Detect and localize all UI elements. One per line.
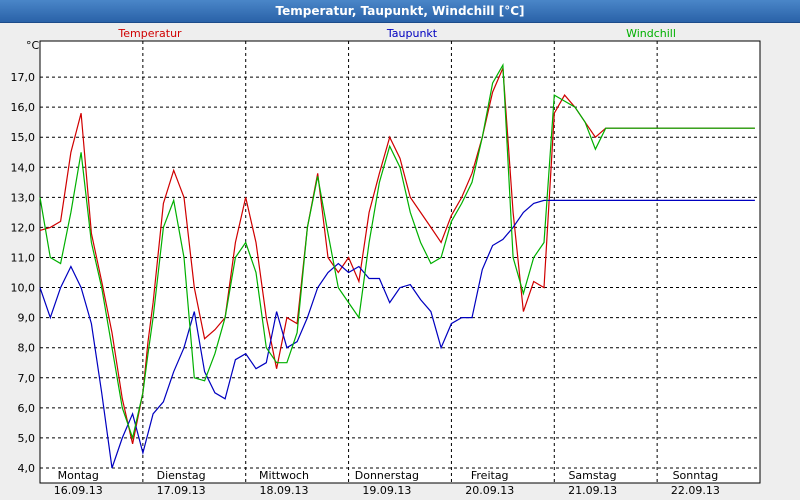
legend-temperatur: Temperatur xyxy=(117,27,182,40)
y-tick-label: 16,0 xyxy=(11,101,36,114)
y-tick-label: 15,0 xyxy=(11,131,36,144)
x-tick-day: Montag xyxy=(58,469,99,482)
x-tick-date: 17.09.13 xyxy=(157,484,206,497)
y-tick-label: 12,0 xyxy=(11,221,36,234)
y-tick-label: 8,0 xyxy=(18,342,36,355)
x-tick-date: 21.09.13 xyxy=(568,484,617,497)
x-tick-date: 16.09.13 xyxy=(54,484,103,497)
x-tick-date: 19.09.13 xyxy=(362,484,411,497)
x-tick-date: 18.09.13 xyxy=(260,484,309,497)
y-tick-label: 6,0 xyxy=(18,402,36,415)
y-tick-label: 17,0 xyxy=(11,71,36,84)
x-tick-day: Mittwoch xyxy=(259,469,309,482)
y-tick-label: 14,0 xyxy=(11,161,36,174)
y-tick-label: 10,0 xyxy=(11,282,36,295)
y-tick-label: 11,0 xyxy=(11,251,36,264)
legend-taupunkt: Taupunkt xyxy=(386,27,438,40)
window-titlebar: Temperatur, Taupunkt, Windchill [°C] xyxy=(0,0,800,23)
legend-windchill: Windchill xyxy=(626,27,676,40)
y-axis: 4,0 5,0 6,0 7,0 8,0 9,0 10,0 11,0 12,0 13,0 14,0 15… xyxy=(11,39,40,475)
chart-window: Temperatur, Taupunkt, Windchill [°C] 4,0… xyxy=(0,0,800,500)
y-tick-label: 9,0 xyxy=(18,312,36,325)
line-chart: 4,0 5,0 6,0 7,0 8,0 9,0 10,0 11,0 12,0 13,0 14,0 15… xyxy=(11,27,761,497)
x-tick-day: Freitag xyxy=(471,469,509,482)
x-tick-date: 22.09.13 xyxy=(671,484,720,497)
chart-legend: Temperatur Taupunkt Windchill xyxy=(117,27,676,40)
y-tick-label: 13,0 xyxy=(11,191,36,204)
y-tick-label: 7,0 xyxy=(18,372,36,385)
x-tick-date: 20.09.13 xyxy=(465,484,514,497)
y-axis-label: °C xyxy=(26,39,40,52)
x-tick-day: Samstag xyxy=(568,469,616,482)
y-tick-label: 4,0 xyxy=(18,462,36,475)
y-tick-label: 5,0 xyxy=(18,432,36,445)
x-tick-day: Sonntag xyxy=(673,469,719,482)
x-tick-day: Donnerstag xyxy=(355,469,419,482)
x-tick-day: Dienstag xyxy=(157,469,206,482)
